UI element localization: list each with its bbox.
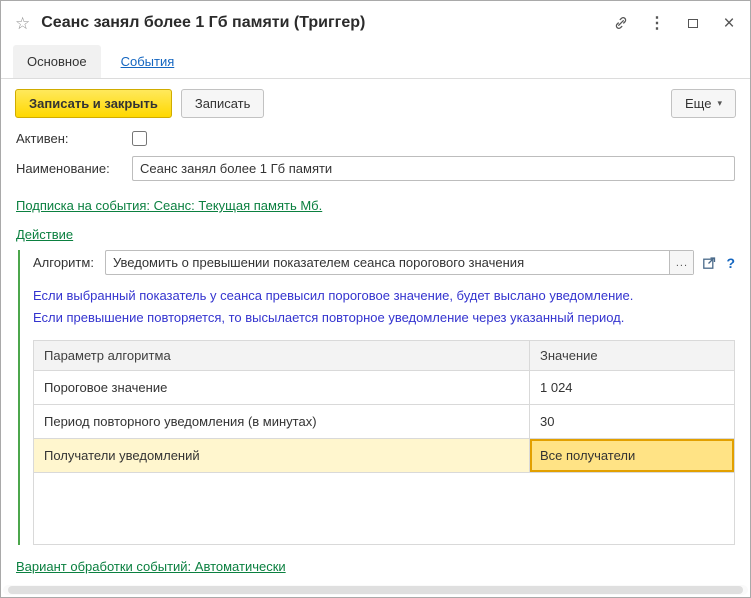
algorithm-field-row: Алгоритм: ... ? (33, 250, 735, 275)
more-actions-label: Еще (685, 96, 711, 111)
table-header-row: Параметр алгоритма Значение (34, 341, 735, 371)
more-menu-icon[interactable]: ⋮ (648, 14, 666, 32)
favorite-star-icon[interactable]: ☆ (15, 15, 30, 32)
save-and-close-button[interactable]: Записать и закрыть (15, 89, 172, 118)
algorithm-params-table: Параметр алгоритма Значение Пороговое зн… (33, 340, 735, 545)
maximize-icon[interactable] (684, 14, 702, 32)
param-cell[interactable]: Пороговое значение (34, 371, 530, 405)
active-checkbox[interactable] (132, 131, 147, 146)
titlebar-actions: ⋮ × (612, 14, 738, 32)
hint-line-1: Если выбранный показатель у сеанса превы… (33, 286, 735, 306)
name-input[interactable] (132, 156, 735, 181)
horizontal-scrollbar[interactable] (3, 585, 748, 595)
toolbar: Записать и закрыть Записать Еще ▾ (1, 79, 750, 127)
table-row-selected[interactable]: Получатели уведомлений Все получатели (34, 439, 735, 473)
action-section: Алгоритм: ... ? Если выбранный показател… (18, 250, 735, 545)
close-icon[interactable]: × (720, 14, 738, 32)
value-cell-selected[interactable]: Все получатели (530, 439, 735, 473)
event-subscription-link[interactable]: Подписка на события: Сеанс: Текущая памя… (16, 198, 322, 213)
window-title: Сеанс занял более 1 Гб памяти (Триггер) (41, 14, 601, 32)
form-body: Активен: Наименование: Подписка на событ… (1, 127, 750, 597)
param-cell[interactable]: Получатели уведомлений (34, 439, 530, 473)
value-cell[interactable]: 1 024 (530, 371, 735, 405)
event-processing-variant-link[interactable]: Вариант обработки событий: Автоматически (16, 559, 286, 574)
table-row[interactable]: Период повторного уведомления (в минутах… (34, 405, 735, 439)
title-bar: ☆ Сеанс занял более 1 Гб памяти (Триггер… (1, 1, 750, 45)
app-window: ☆ Сеанс занял более 1 Гб памяти (Триггер… (0, 0, 751, 598)
column-header-param: Параметр алгоритма (34, 341, 530, 371)
tab-main[interactable]: Основное (13, 45, 101, 78)
algorithm-input[interactable] (106, 251, 669, 274)
tab-bar: Основное События (1, 45, 750, 79)
tab-events[interactable]: События (107, 45, 189, 78)
name-field-row: Наименование: (16, 156, 735, 181)
more-actions-button[interactable]: Еще ▾ (671, 89, 736, 118)
active-label: Активен: (16, 131, 132, 146)
active-field-row: Активен: (16, 131, 735, 146)
value-cell[interactable]: 30 (530, 405, 735, 439)
chevron-down-icon: ▾ (717, 98, 722, 109)
hint-line-2: Если превышение повторяется, то высылает… (33, 308, 735, 328)
algorithm-combo: ... (105, 250, 694, 275)
get-link-icon[interactable] (612, 14, 630, 32)
name-label: Наименование: (16, 161, 132, 176)
open-form-icon[interactable] (702, 255, 717, 270)
algorithm-hint: Если выбранный показатель у сеанса превы… (33, 286, 735, 328)
table-row[interactable]: Пороговое значение 1 024 (34, 371, 735, 405)
horizontal-scrollbar-thumb[interactable] (8, 586, 743, 594)
algorithm-choose-button[interactable]: ... (669, 251, 693, 274)
action-section-link[interactable]: Действие (16, 227, 73, 242)
param-cell[interactable]: Период повторного уведомления (в минутах… (34, 405, 530, 439)
column-header-value: Значение (530, 341, 735, 371)
table-empty-area (34, 473, 735, 545)
help-link[interactable]: ? (726, 255, 735, 271)
algorithm-label: Алгоритм: (33, 255, 105, 270)
save-button[interactable]: Записать (181, 89, 265, 118)
